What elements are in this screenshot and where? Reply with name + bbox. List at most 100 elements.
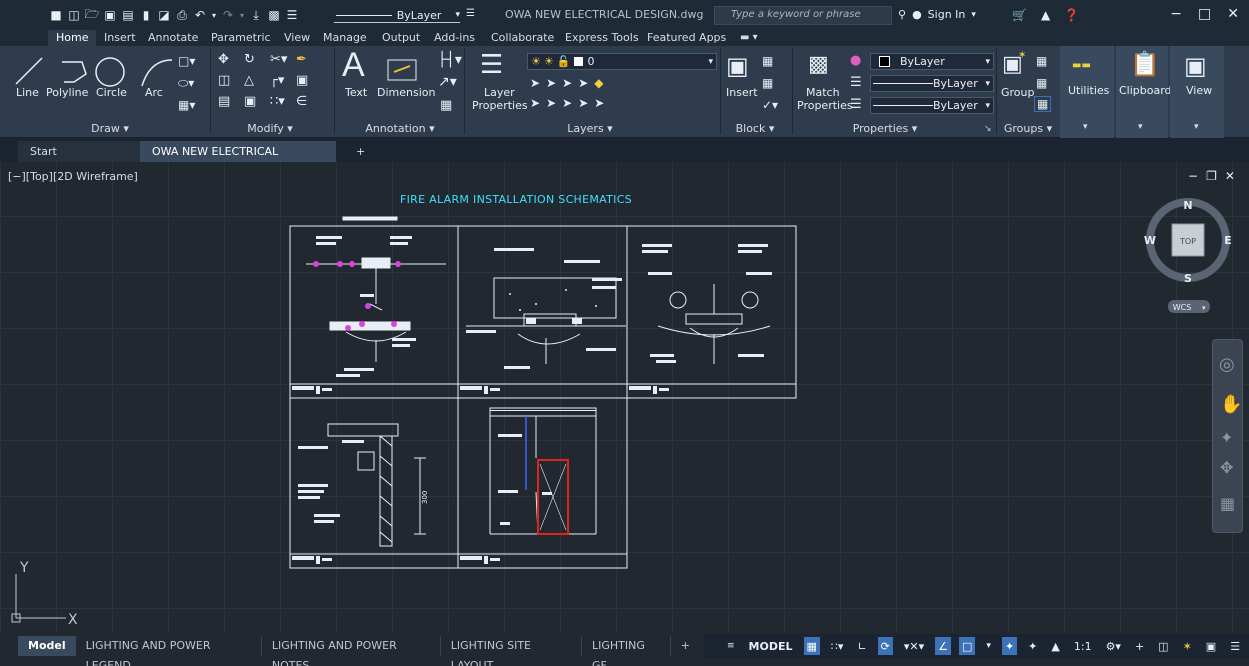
offset-icon[interactable]: ∈ bbox=[296, 94, 322, 109]
tab-parametric[interactable]: Parametric bbox=[211, 30, 271, 46]
search-input[interactable]: Type a keyword or phrase bbox=[714, 6, 892, 25]
schematic-drawing[interactable]: 300 bbox=[286, 214, 800, 574]
new-icon[interactable]: ◫ bbox=[66, 7, 82, 23]
tab-annotate[interactable]: Annotate bbox=[148, 30, 198, 46]
layer-state-icon[interactable]: ◆ bbox=[594, 76, 609, 90]
viewcube-south-label[interactable]: S bbox=[1184, 272, 1192, 285]
layer-walk-icon[interactable]: ➤ bbox=[546, 96, 562, 110]
explode-icon[interactable]: ▣ bbox=[296, 73, 322, 88]
layer-tool-label[interactable]: Layer bbox=[484, 86, 515, 99]
orbit-icon[interactable]: ✥ bbox=[1220, 458, 1233, 477]
tab-document[interactable]: OWA NEW ELECTRICAL DESIGN* ✕ bbox=[140, 141, 336, 179]
block-attributes-icon[interactable]: ✓▾ bbox=[762, 98, 778, 112]
stretch-icon[interactable]: ▤ bbox=[218, 94, 244, 109]
tab-lighting-site-layout[interactable]: LIGHTING SITE LAYOUT bbox=[439, 636, 581, 666]
quick-layer-combo[interactable]: ByLayer ▾ bbox=[334, 8, 460, 23]
line-tool-label[interactable]: Line bbox=[16, 86, 39, 99]
dimension-icon[interactable] bbox=[382, 54, 422, 84]
properties-panel-title[interactable]: Properties ▾ bbox=[850, 122, 920, 136]
table-icon[interactable]: ▦ bbox=[440, 98, 452, 113]
layer-iso-icon[interactable]: ➤ bbox=[546, 76, 562, 90]
cart-icon[interactable]: 🛒 bbox=[1012, 8, 1027, 22]
isometric-icon[interactable]: ▾✕▾ bbox=[901, 637, 927, 655]
color-wheel-icon[interactable]: ● bbox=[850, 53, 861, 68]
annotation-visibility-icon[interactable]: ✦ bbox=[1001, 637, 1018, 655]
text-tool-icon[interactable]: A bbox=[342, 46, 365, 85]
plot-icon[interactable]: ▩ bbox=[266, 7, 282, 23]
ribbon-minimize-icon[interactable]: ▬ ▾ bbox=[740, 30, 758, 46]
viewport-restore-icon[interactable]: ❐ bbox=[1206, 169, 1225, 183]
redo-dropdown-icon[interactable]: ▾ bbox=[238, 7, 246, 23]
tab-output[interactable]: Output bbox=[382, 30, 420, 46]
tab-lighting-and-power-legend[interactable]: LIGHTING AND POWER LEGEND bbox=[76, 636, 261, 666]
viewport-controls-label[interactable]: [−][Top][2D Wireframe] bbox=[8, 170, 138, 183]
draw-panel-title[interactable]: Draw ▾ bbox=[80, 122, 140, 136]
viewport-minimize-icon[interactable]: − bbox=[1188, 169, 1206, 183]
annotation-panel-title[interactable]: Annotation ▾ bbox=[360, 122, 440, 136]
open-icon[interactable]: 🗁 bbox=[84, 7, 100, 23]
tab-insert[interactable]: Insert bbox=[104, 30, 136, 46]
copy-icon[interactable]: ◫ bbox=[218, 73, 244, 88]
viewcube-north-label[interactable]: N bbox=[1183, 199, 1192, 212]
tab-collaborate[interactable]: Collaborate bbox=[491, 30, 554, 46]
zoom-extents-icon[interactable]: ✦ bbox=[1220, 428, 1233, 447]
polar-tracking-icon[interactable]: ⟳ bbox=[877, 637, 893, 655]
search-icon[interactable]: ⚲ bbox=[898, 8, 906, 21]
group-tool-label[interactable]: Group bbox=[1001, 86, 1035, 99]
model-space-button[interactable]: MODEL bbox=[746, 637, 796, 655]
layer-off-icon[interactable]: ➤ bbox=[562, 76, 578, 90]
viewcube-west-label[interactable]: W bbox=[1144, 234, 1156, 247]
insert-block-icon[interactable]: ▣ bbox=[726, 52, 749, 80]
tab-express-tools[interactable]: Express Tools bbox=[565, 30, 639, 46]
linear-dim-icon[interactable]: ├┤▾ bbox=[438, 52, 462, 68]
print-icon[interactable]: ⎙ bbox=[174, 7, 190, 23]
app-menu-icon[interactable]: ■ bbox=[48, 7, 64, 23]
publish-icon[interactable]: ▮ bbox=[138, 7, 154, 23]
chevron-down-icon[interactable]: ▾ bbox=[983, 637, 994, 655]
fillet-icon[interactable]: ┌▾ bbox=[270, 73, 296, 88]
viewcube-east-label[interactable]: E bbox=[1224, 234, 1232, 247]
color-dropdown[interactable]: ByLayer ▾ bbox=[870, 53, 994, 70]
annotation-monitor-icon[interactable]: + bbox=[1132, 637, 1147, 655]
match-properties-tool-label[interactable]: Properties bbox=[797, 99, 853, 112]
arc-tool-label[interactable]: Arc bbox=[145, 86, 163, 99]
viewport-close-icon[interactable]: ✕ bbox=[1225, 169, 1243, 183]
ungroup-icon[interactable]: ▦ bbox=[1036, 54, 1047, 68]
layer-lock-tool-icon[interactable]: ➤ bbox=[578, 76, 594, 90]
match-properties-icon[interactable]: ▩ bbox=[808, 52, 829, 77]
tab-lighting-and-power-notes[interactable]: LIGHTING AND POWER NOTES bbox=[260, 636, 440, 666]
layer-properties-quick-icon[interactable]: ☰ bbox=[284, 7, 300, 23]
group-edit-icon[interactable]: ▦ bbox=[1036, 76, 1047, 90]
steering-wheel-icon[interactable]: ◎ bbox=[1219, 354, 1235, 375]
object-snap-tracking-icon[interactable]: ∠ bbox=[935, 637, 952, 655]
layer-properties-tool-label[interactable]: Properties bbox=[472, 99, 528, 112]
tab-home[interactable]: Home bbox=[48, 30, 97, 46]
ortho-icon[interactable]: ∟ bbox=[854, 637, 869, 655]
new-tab-button[interactable]: + bbox=[344, 141, 377, 162]
tab-model[interactable]: Model bbox=[18, 636, 76, 656]
groups-panel-title[interactable]: Groups ▾ bbox=[998, 122, 1058, 136]
clean-screen-icon[interactable]: ▣ bbox=[1203, 637, 1219, 655]
qa-customize-icon[interactable]: ☰ bbox=[466, 8, 475, 19]
workspace-gear-icon[interactable]: ⚙▾ bbox=[1103, 637, 1124, 655]
move-icon[interactable]: ✥ bbox=[218, 52, 244, 67]
units-icon[interactable]: ◫ bbox=[1155, 637, 1171, 655]
array-icon[interactable]: ∷▾ bbox=[270, 94, 296, 109]
rectangle-icon[interactable]: □▾ bbox=[178, 54, 195, 68]
match-properties-quick-icon[interactable]: ⤓ bbox=[248, 7, 264, 23]
layer-unlock-icon[interactable]: ➤ bbox=[594, 96, 610, 110]
layer-match-icon[interactable]: ➤ bbox=[530, 76, 546, 90]
add-layout-button[interactable]: + bbox=[669, 636, 700, 656]
dimension-tool-label[interactable]: Dimension bbox=[377, 86, 435, 99]
erase-icon[interactable]: ✒ bbox=[296, 52, 322, 67]
group-select-icon[interactable]: ▦ bbox=[1034, 96, 1052, 112]
layers-panel-title[interactable]: Layers ▾ bbox=[560, 122, 620, 136]
linetype-icon[interactable]: ☰ bbox=[850, 75, 862, 90]
save-as-icon[interactable]: ▤ bbox=[120, 7, 136, 23]
text-tool-label[interactable]: Text bbox=[345, 86, 367, 99]
redo-icon[interactable]: ↷ bbox=[220, 7, 236, 23]
rotate-icon[interactable]: ↻ bbox=[244, 52, 270, 67]
lineweight-icon[interactable]: ☰ bbox=[850, 97, 862, 112]
layer-current-icon[interactable]: ➤ bbox=[530, 96, 546, 110]
share-icon[interactable]: ◪ bbox=[156, 7, 172, 23]
